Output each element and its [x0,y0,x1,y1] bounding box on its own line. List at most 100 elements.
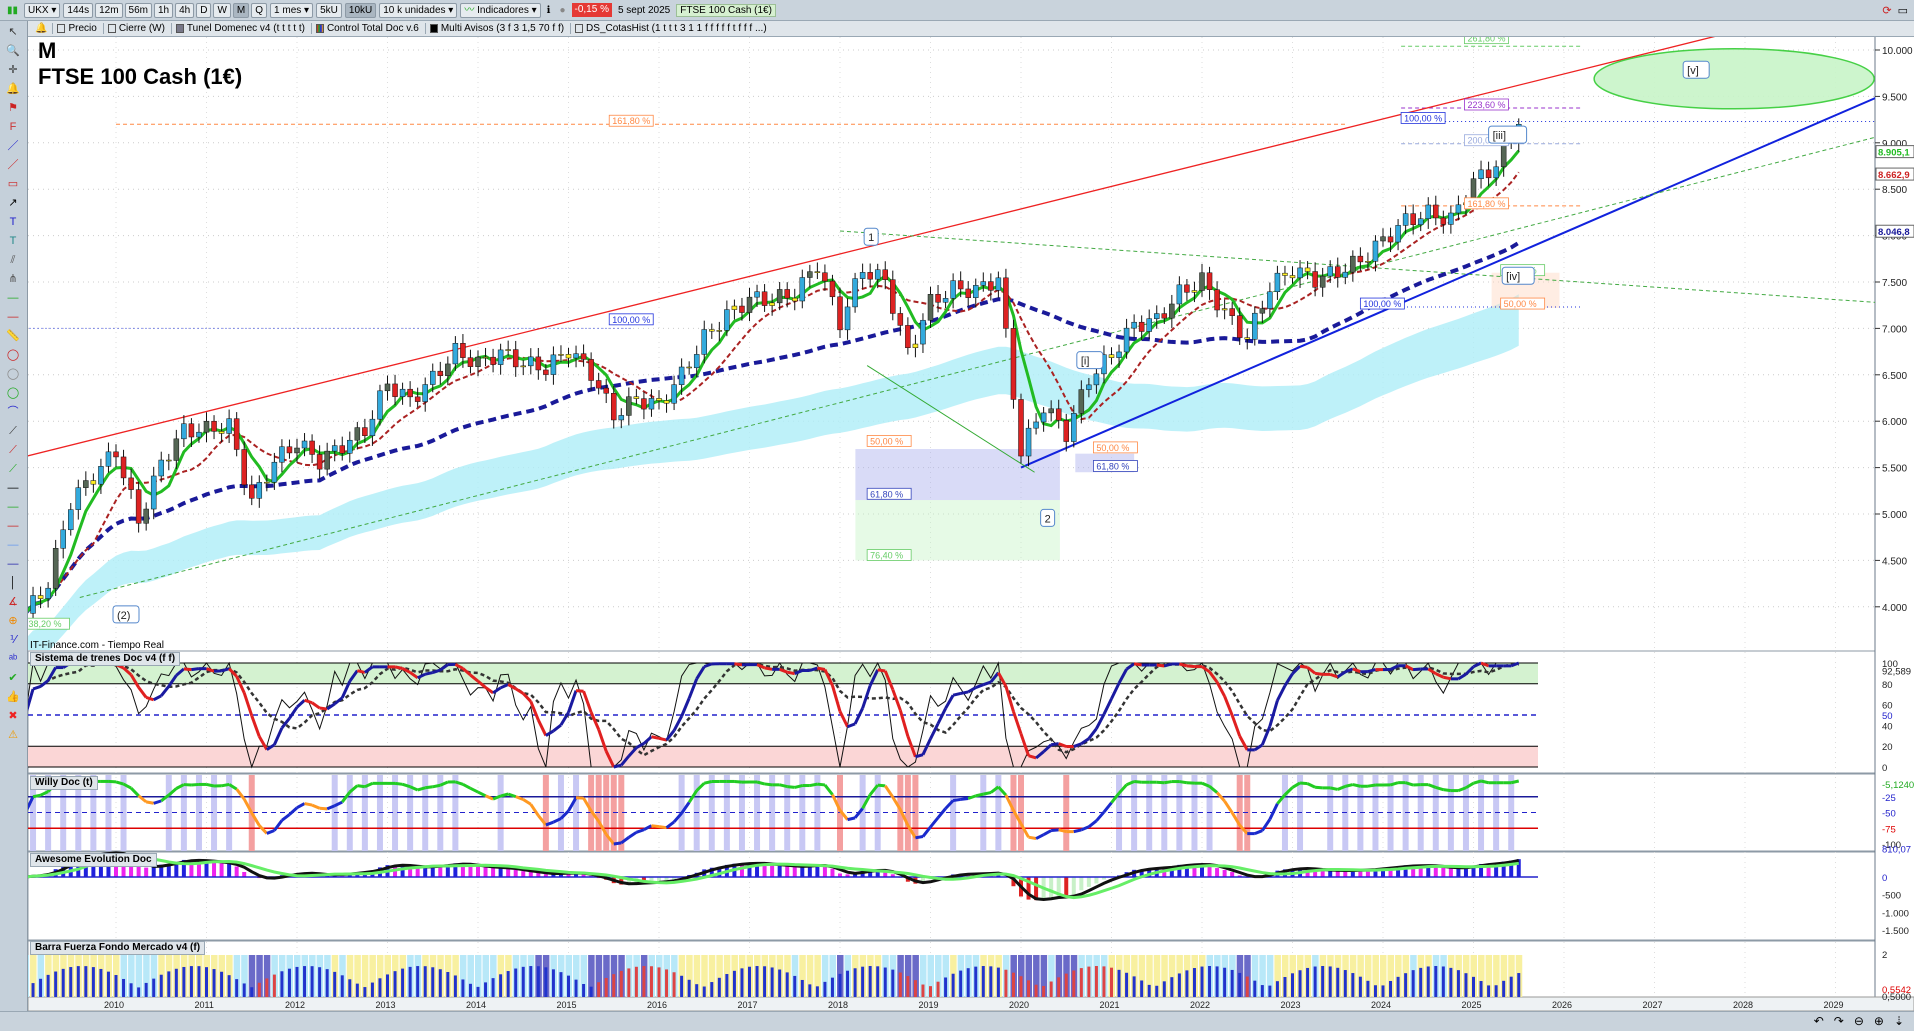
timeframe-12m[interactable]: 12m [95,2,123,18]
bell-down-tool-icon[interactable]: ⚑ [4,100,22,116]
zoom-out-icon[interactable]: ⊖ [1854,1014,1864,1028]
checkbox[interactable] [107,24,116,33]
ruler-tool-icon[interactable]: 📏 [4,328,22,344]
unit-10ku[interactable]: 10kU [344,2,377,18]
scroll-end-icon[interactable]: ⇣ [1894,1014,1904,1028]
vline-tool-icon[interactable]: │ [4,575,22,591]
angle-tool-icon[interactable]: ∡ [4,594,22,610]
timeframe-1h[interactable]: 1h [153,2,174,18]
period-select[interactable]: 1 mes ▾ [270,2,314,18]
barra-bar [574,979,578,997]
bell-tool-icon[interactable]: 🔔 [4,81,22,97]
crosshair-tool-icon[interactable]: ✛ [4,62,22,78]
timeframe-M[interactable]: M [232,2,250,18]
year-label: 2023 [1281,1000,1301,1010]
warning-tool-icon[interactable]: ⚠ [4,727,22,743]
panel-title-sistema[interactable]: Sistema de trenes Doc v4 (f f) [30,652,181,666]
line-blue-tool-icon[interactable]: — [4,537,22,553]
chart-type-icon[interactable]: ▮▮ [4,5,21,16]
alarm-icon[interactable]: 🔔 [32,23,50,34]
candle [573,353,579,359]
panel-title-awesome[interactable]: Awesome Evolution Doc [30,853,157,867]
timeframe-D[interactable]: D [196,2,212,18]
ellipse2-tool-icon[interactable]: ◯ [4,366,22,382]
timeframe-144s[interactable]: 144s [63,2,94,18]
line-red2-tool-icon[interactable]: — [4,518,22,534]
chart-canvas[interactable]: 10.0009.5009.0008.5008.0007.5007.0006.50… [0,0,1914,1031]
indicator-cierre[interactable]: Cierre (W) [102,23,169,34]
target-tool-icon[interactable]: ⊕ [4,613,22,629]
awesome-bar [1086,877,1091,887]
arrow-tool-icon[interactable]: ↗ [4,195,22,211]
ray-tool-icon[interactable]: ／ [4,157,22,173]
price-tick-label: 6.500 [1882,371,1907,382]
timeframe-56m[interactable]: 56m [124,2,152,18]
minimize-icon[interactable]: ▭ [1898,4,1908,17]
zoom-tool-icon[interactable]: 🔍 [4,43,22,59]
timeframe-Q[interactable]: Q [251,2,268,18]
awesome-bar [739,864,744,877]
ellipse-tool-icon[interactable]: ◯ [4,347,22,363]
symbol-select[interactable]: UKX ▾ [24,2,61,18]
trend-red-tool-icon[interactable]: ⟋ [4,442,22,458]
text-box-tool-icon[interactable]: T [4,233,22,249]
check-tool-icon[interactable]: ✔ [4,670,22,686]
cross-tool-icon[interactable]: ✖ [4,708,22,724]
willy-seg [613,841,622,846]
pitchfork-tool-icon[interactable]: ⋔ [4,271,22,287]
wave-label: (2) [112,605,140,624]
indicator-precio[interactable]: Precio [52,23,100,34]
timeframe-W[interactable]: W [213,2,231,18]
trend-green-tool-icon[interactable]: ⟋ [4,461,22,477]
poly-tool-icon[interactable]: ⟋ [4,423,22,439]
indicator-multi-avisos[interactable]: Multi Avisos (3 f 3 1,5 70 f f) [424,23,568,34]
year-label: 2015 [557,1000,577,1010]
stoch-signal-seg [319,706,328,711]
stoch-signal-seg [960,690,969,695]
unit-5ku[interactable]: 5kU [316,2,342,18]
barra-bar [763,966,767,997]
candle [995,277,1002,291]
zoom-in-icon[interactable]: ⊕ [1874,1014,1884,1028]
line-black-tool-icon[interactable]: — [4,480,22,496]
candle [113,451,119,458]
line-navy-tool-icon[interactable]: — [4,556,22,572]
curve-tool-icon[interactable]: ⌒ [4,404,22,420]
undo-icon[interactable]: ↶ [1814,1014,1824,1028]
wave-label-text: [iv] [1506,271,1520,283]
line-tool-icon[interactable]: ／ [4,138,22,154]
checkbox[interactable] [575,24,584,33]
timeframe-4h[interactable]: 4h [175,2,195,18]
indicator-control-total[interactable]: Control Total Doc v.6 [310,23,423,34]
thumb-tool-icon[interactable]: 👍 [4,689,22,705]
units-select[interactable]: 10 k unidades ▾ [379,2,458,18]
rect-tool-icon[interactable]: ▭ [4,176,22,192]
line-green2-tool-icon[interactable]: — [4,499,22,515]
barra-bar [370,982,374,997]
indicator-cotashist[interactable]: DS_CotasHist (1 t t t 3 1 1 f f f f f t … [570,23,771,34]
redo-icon[interactable]: ↷ [1834,1014,1844,1028]
candle [422,384,428,402]
awesome-bar [1071,877,1076,895]
panel-title-willy[interactable]: Willy Doc (t) [30,776,98,790]
cursor-tool-icon[interactable]: ↖ [4,24,22,40]
line-green-tool-icon[interactable]: — [4,290,22,306]
color-swatch [429,24,438,33]
wave-count-tool-icon[interactable]: ⅟ [4,632,22,648]
info-icon[interactable]: ℹ [544,5,554,16]
awesome-bar [423,866,428,877]
barra-bar [220,971,224,997]
refresh-icon[interactable]: ⟳ [1882,4,1891,17]
fib-tool-icon[interactable]: F [4,119,22,135]
indicators-button[interactable]: 〰 Indicadores ▾ [460,2,541,18]
checkbox[interactable] [57,24,66,33]
abc-tool-icon[interactable]: ᵃᵇ [4,651,22,667]
line-red-tool-icon[interactable]: — [4,309,22,325]
text-tool-icon[interactable]: T [4,214,22,230]
panel-title-barra[interactable]: Barra Fuerza Fondo Mercado v4 (f) [30,941,206,955]
circle-tool-icon[interactable]: ◯ [4,385,22,401]
indicator-tunel[interactable]: Tunel Domenec v4 (t t t t t) [170,23,309,34]
barra-bar [484,982,488,997]
channel-tool-icon[interactable]: ⫽ [4,252,22,268]
barra-bar [54,971,58,997]
